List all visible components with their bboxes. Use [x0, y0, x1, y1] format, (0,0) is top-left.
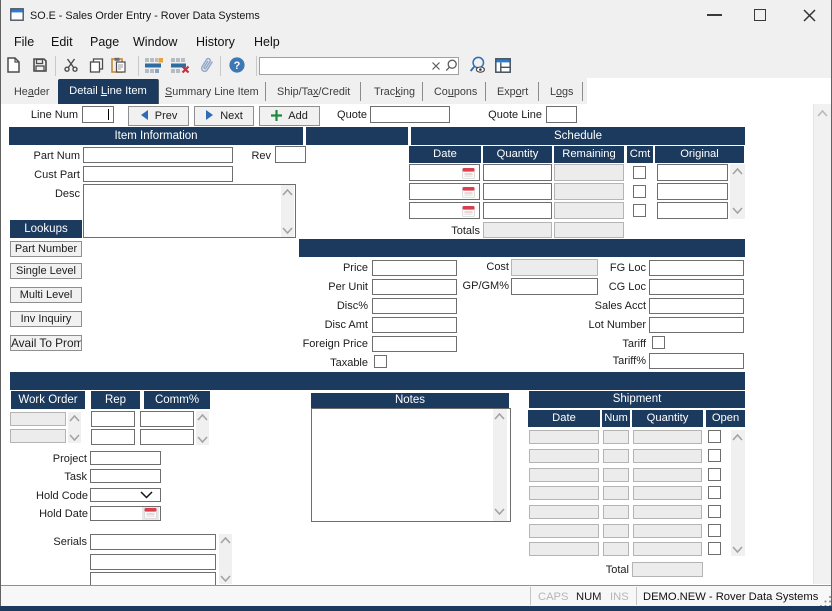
- svg-text:?: ?: [234, 60, 241, 72]
